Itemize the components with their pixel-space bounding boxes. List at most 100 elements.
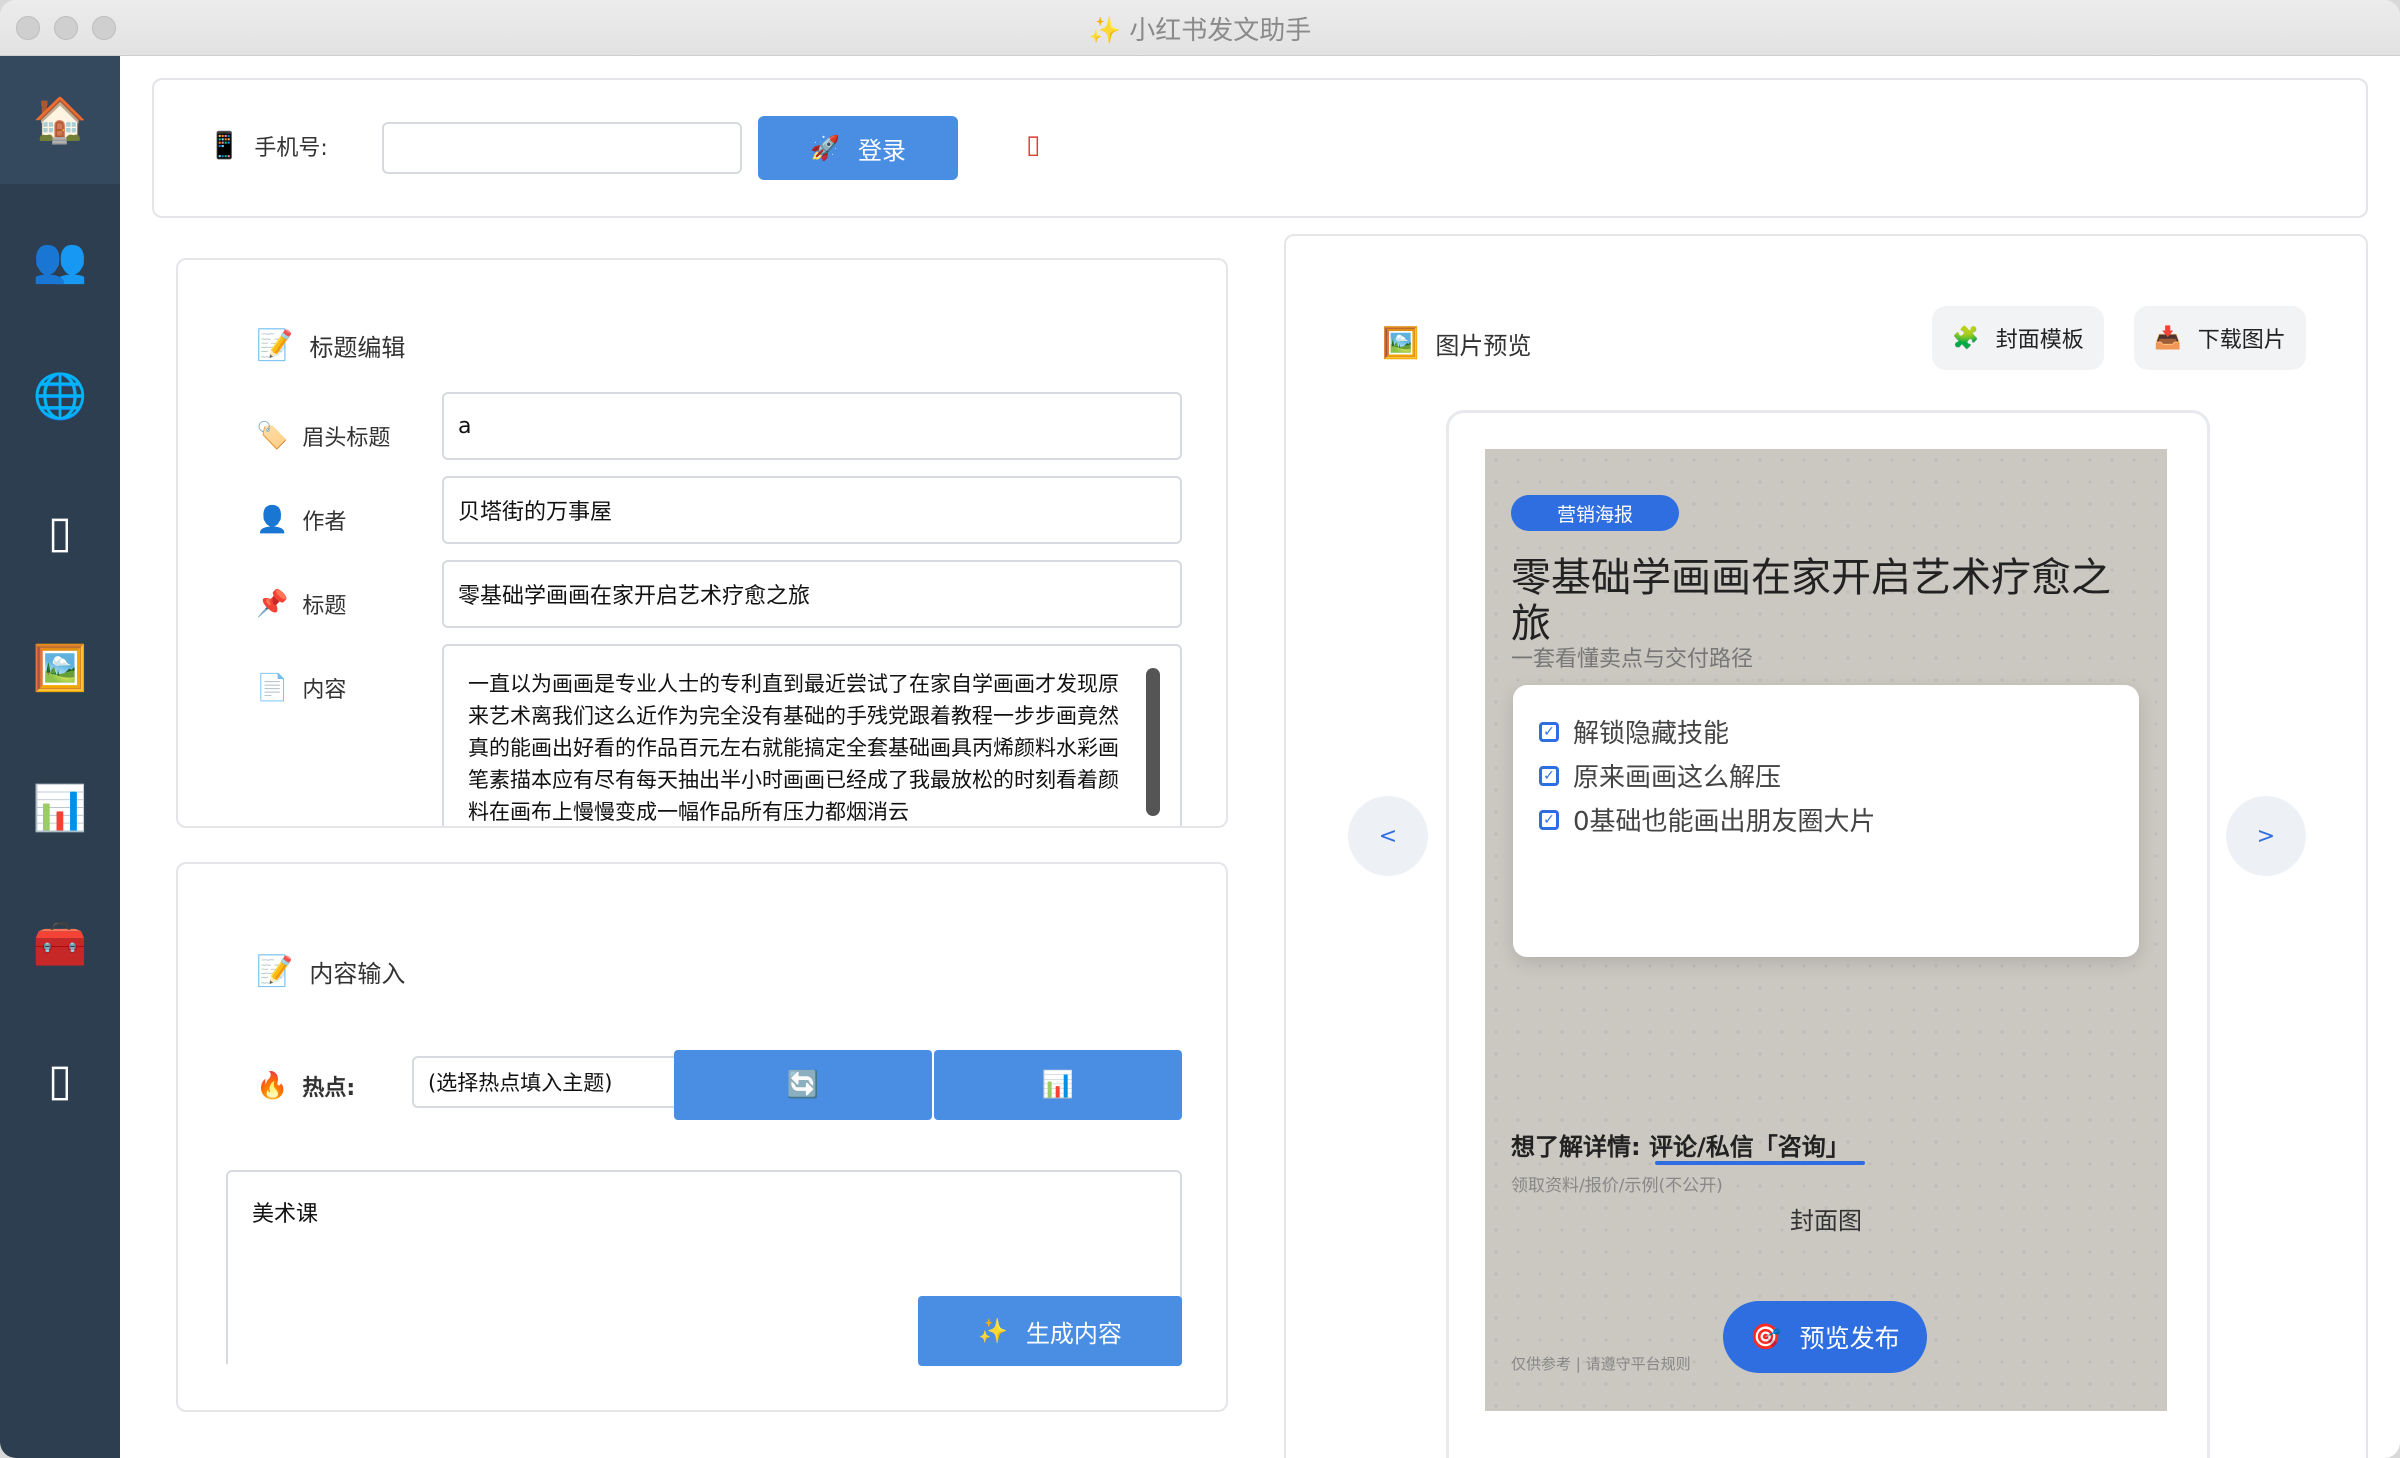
cover-poster: 营销海报 零基础学画画在家开启艺术疗愈之旅 一套看懂卖点与交付路径 ✓ 解锁隐藏… (1485, 449, 2167, 1411)
prev-image-button[interactable]: < (1348, 796, 1428, 876)
hot-label-text: 热点: (302, 1076, 356, 1101)
sidebar-item-globe[interactable]: 🌐 (0, 332, 120, 460)
poster-points-card: ✓ 解锁隐藏技能 ✓ 原来画画这么解压 ✓ 0基础也能画出朋友圈大片 (1513, 685, 2139, 957)
content-label: 📄 内容 (256, 672, 346, 704)
document-icon: 📄 (256, 673, 289, 703)
app-window: ✨ 小红书发文助手 🏠 👥 🌐 ▯ 🖼️ 📊 🧰 ▯ 📱 手机号: 🚀 登录 ▯… (0, 0, 2400, 1458)
preview-card: 🖼️ 图片预览 🧩 封面模板 📥 下载图片 < > 营销海报 零基础学画画在家开… (1284, 234, 2368, 1458)
content-input-heading: 📝 内容输入 (256, 954, 405, 989)
checkbox-icon: ✓ (1539, 765, 1559, 786)
preview-publish-button[interactable]: 🎯 预览发布 (1723, 1301, 1927, 1373)
sidebar-item-stats[interactable]: 📊 (0, 744, 120, 872)
phone-icon: ▯ (47, 506, 73, 558)
poster-point: ✓ 0基础也能画出朋友圈大片 (1539, 801, 1876, 838)
puzzle-icon: 🧩 (1952, 325, 1980, 351)
phone-label-group: 📱 手机号: (208, 130, 328, 162)
next-image-button[interactable]: > (2226, 796, 2306, 876)
window-title: ✨ 小红书发文助手 (1088, 16, 1312, 46)
download-image-label: 下载图片 (2197, 328, 2286, 353)
poster-caption: 封面图 (1790, 1207, 1862, 1235)
phone-input[interactable] (382, 122, 742, 174)
refresh-hot-button[interactable]: 🔄 (674, 1050, 932, 1120)
title-editor-heading-text: 标题编辑 (309, 334, 406, 362)
cover-template-label: 封面模板 (1995, 328, 2084, 353)
hot-label: 🔥 热点: (256, 1070, 355, 1102)
poster-cta-action: 评论/私信「咨询」 (1648, 1133, 1850, 1161)
status-indicator-icon: ▯ (1026, 130, 1041, 160)
content-textarea[interactable]: 一直以为画画是专业人士的专利直到最近尝试了在家自学画画才发现原来艺术离我们这么近… (442, 644, 1182, 826)
login-button[interactable]: 🚀 登录 (758, 116, 958, 180)
tag-icon: 🏷️ (256, 421, 289, 451)
sidebar-item-device[interactable]: ▯ (0, 1016, 120, 1144)
sidebar-item-users[interactable]: 👥 (0, 196, 120, 324)
author-label-text: 作者 (302, 510, 347, 535)
target-icon: 🎯 (1750, 1322, 1782, 1351)
user-icon: 👤 (256, 505, 289, 535)
preview-frame: 营销海报 零基础学画画在家开启艺术疗愈之旅 一套看懂卖点与交付路径 ✓ 解锁隐藏… (1446, 410, 2210, 1458)
poster-cta: 想了解详情: 评论/私信「咨询」 (1511, 1127, 1850, 1162)
cover-template-button[interactable]: 🧩 封面模板 (1932, 306, 2104, 370)
title-label: 📌 标题 (256, 588, 346, 620)
rocket-icon: 🚀 (810, 134, 840, 162)
fire-icon: 🔥 (256, 1071, 289, 1101)
preview-heading: 🖼️ 图片预览 (1382, 326, 1531, 361)
poster-point: ✓ 解锁隐藏技能 (1539, 713, 1729, 750)
download-image-button[interactable]: 📥 下载图片 (2134, 306, 2306, 370)
poster-cta-note: 领取资料/报价/示例(不公开) (1511, 1176, 1723, 1196)
header-title-label-text: 眉头标题 (302, 426, 391, 451)
content-label-text: 内容 (302, 678, 347, 703)
poster-title: 零基础学画画在家开启艺术疗愈之旅 (1511, 555, 2111, 647)
sparkles-icon: ✨ (978, 1317, 1008, 1345)
login-button-label: 登录 (857, 136, 906, 165)
refresh-icon: 🔄 (786, 1070, 820, 1100)
main-area: 📱 手机号: 🚀 登录 ▯ 📝 标题编辑 🏷️ 眉头标题 a 👤 作者 贝塔街的… (120, 56, 2400, 1458)
author-label: 👤 作者 (256, 504, 346, 536)
house-icon: 🏠 (32, 95, 88, 146)
poster-point-text: 解锁隐藏技能 (1573, 719, 1730, 749)
title-input[interactable]: 零基础学画画在家开启艺术疗愈之旅 (442, 560, 1182, 628)
memo-icon: 📝 (256, 328, 294, 363)
content-input-card: 📝 内容输入 🔥 热点: (选择热点填入主题) 🔄 📊 美术课 ✨ 生成内容 (176, 862, 1228, 1412)
poster-footer-note: 仅供参考 | 请遵守平台规则 (1511, 1355, 1691, 1373)
sidebar-item-phone[interactable]: ▯ (0, 468, 120, 596)
title-editor-heading: 📝 标题编辑 (256, 328, 405, 363)
picture-icon: 🖼️ (32, 643, 88, 694)
phone-label: 手机号: (254, 136, 328, 161)
poster-point: ✓ 原来画画这么解压 (1539, 757, 1781, 794)
title-bar: ✨ 小红书发文助手 (0, 0, 2400, 56)
preview-publish-label: 预览发布 (1799, 1324, 1900, 1353)
mobile-phone-icon: 📱 (208, 131, 241, 161)
poster-cta-underline (1655, 1161, 1865, 1165)
content-textarea-text: 一直以为画画是专业人士的专利直到最近尝试了在家自学画画才发现原来艺术离我们这么近… (468, 672, 1119, 824)
toolbox-icon: 🧰 (32, 919, 88, 970)
content-input-heading-text: 内容输入 (309, 960, 406, 988)
sidebar-item-tools[interactable]: 🧰 (0, 880, 120, 1008)
title-editor-card: 📝 标题编辑 🏷️ 眉头标题 a 👤 作者 贝塔街的万事屋 📌 标题 零基础学画… (176, 258, 1228, 828)
bar-chart-icon: 📊 (32, 783, 88, 834)
poster-subtitle: 一套看懂卖点与交付路径 (1511, 647, 1754, 672)
device-icon: ▯ (47, 1054, 73, 1106)
generate-content-label: 生成内容 (1025, 1319, 1122, 1348)
sidebar-item-images[interactable]: 🖼️ (0, 604, 120, 732)
bar-chart-icon: 📊 (1041, 1070, 1075, 1100)
globe-icon: 🌐 (32, 371, 88, 422)
sidebar-item-home[interactable]: 🏠 (0, 56, 120, 184)
inbox-tray-icon: 📥 (2154, 325, 2182, 351)
content-scrollbar[interactable] (1146, 668, 1160, 816)
sidebar: 🏠 👥 🌐 ▯ 🖼️ 📊 🧰 ▯ (0, 56, 120, 1458)
poster-badge: 营销海报 (1511, 495, 1679, 531)
poster-point-text: 0基础也能画出朋友圈大片 (1573, 807, 1876, 837)
header-title-input[interactable]: a (442, 392, 1182, 460)
users-icon: 👥 (32, 235, 88, 286)
poster-point-text: 原来画画这么解压 (1573, 763, 1782, 793)
memo-icon: 📝 (256, 954, 294, 989)
preview-heading-text: 图片预览 (1435, 332, 1532, 360)
generate-content-button[interactable]: ✨ 生成内容 (918, 1296, 1182, 1366)
author-input[interactable]: 贝塔街的万事屋 (442, 476, 1182, 544)
title-label-text: 标题 (302, 594, 347, 619)
checkbox-icon: ✓ (1539, 721, 1559, 742)
pushpin-icon: 📌 (256, 589, 289, 619)
hot-stats-button[interactable]: 📊 (934, 1050, 1182, 1120)
hot-topic-select[interactable]: (选择热点填入主题) (412, 1056, 682, 1108)
checkbox-icon: ✓ (1539, 809, 1559, 830)
